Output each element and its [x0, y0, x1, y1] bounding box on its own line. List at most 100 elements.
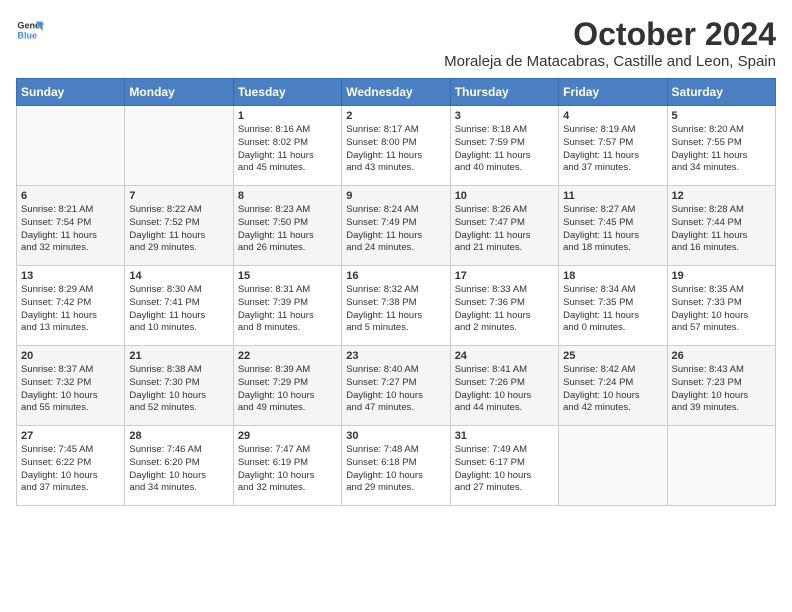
calendar-table: SundayMondayTuesdayWednesdayThursdayFrid…	[16, 78, 776, 506]
day-number: 20	[21, 350, 120, 362]
day-number: 11	[563, 190, 662, 202]
day-number: 23	[346, 350, 445, 362]
day-number: 24	[455, 350, 554, 362]
cell-info: Sunrise: 8:32 AM Sunset: 7:38 PM Dayligh…	[346, 284, 445, 335]
calendar-week-row: 1 Sunrise: 8:16 AM Sunset: 8:02 PM Daylig…	[17, 106, 776, 186]
day-number: 25	[563, 350, 662, 362]
calendar-cell: 16 Sunrise: 8:32 AM Sunset: 7:38 PM Dayli…	[342, 266, 450, 346]
calendar-body: 1 Sunrise: 8:16 AM Sunset: 8:02 PM Daylig…	[17, 106, 776, 506]
calendar-cell: 12 Sunrise: 8:28 AM Sunset: 7:44 PM Dayli…	[667, 186, 775, 266]
cell-info: Sunrise: 8:34 AM Sunset: 7:35 PM Dayligh…	[563, 284, 662, 335]
cell-info: Sunrise: 7:46 AM Sunset: 6:20 PM Dayligh…	[129, 444, 228, 495]
cell-info: Sunrise: 8:26 AM Sunset: 7:47 PM Dayligh…	[455, 204, 554, 255]
day-number: 13	[21, 270, 120, 282]
day-number: 14	[129, 270, 228, 282]
cell-info: Sunrise: 7:48 AM Sunset: 6:18 PM Dayligh…	[346, 444, 445, 495]
day-number: 31	[455, 430, 554, 442]
day-number: 19	[672, 270, 771, 282]
calendar-cell: 22Sunrise: 8:39 AM Sunset: 7:29 PM Dayli…	[233, 346, 341, 426]
svg-text:Blue: Blue	[17, 30, 37, 40]
calendar-cell: 26Sunrise: 8:43 AM Sunset: 7:23 PM Dayli…	[667, 346, 775, 426]
calendar-cell: 6Sunrise: 8:21 AM Sunset: 7:54 PM Daylig…	[17, 186, 125, 266]
header-cell-monday: Monday	[125, 79, 233, 106]
calendar-cell: 19Sunrise: 8:35 AM Sunset: 7:33 PM Dayli…	[667, 266, 775, 346]
day-number: 22	[238, 350, 337, 362]
calendar-cell: 17 Sunrise: 8:33 AM Sunset: 7:36 PM Dayli…	[450, 266, 558, 346]
day-number: 10	[455, 190, 554, 202]
calendar-cell: 25Sunrise: 8:42 AM Sunset: 7:24 PM Dayli…	[559, 346, 667, 426]
day-number: 27	[21, 430, 120, 442]
logo-icon: General Blue	[16, 16, 44, 44]
day-number: 6	[21, 190, 120, 202]
day-number: 12	[672, 190, 771, 202]
calendar-week-row: 20 Sunrise: 8:37 AM Sunset: 7:32 PM Dayli…	[17, 346, 776, 426]
day-number: 9	[346, 190, 445, 202]
calendar-cell: 5 Sunrise: 8:20 AM Sunset: 7:55 PM Daylig…	[667, 106, 775, 186]
calendar-cell: 29Sunrise: 7:47 AM Sunset: 6:19 PM Dayli…	[233, 426, 341, 506]
cell-info: Sunrise: 8:33 AM Sunset: 7:36 PM Dayligh…	[455, 284, 554, 335]
calendar-cell: 10 Sunrise: 8:26 AM Sunset: 7:47 PM Dayli…	[450, 186, 558, 266]
calendar-cell: 11 Sunrise: 8:27 AM Sunset: 7:45 PM Dayli…	[559, 186, 667, 266]
cell-info: Sunrise: 8:24 AM Sunset: 7:49 PM Dayligh…	[346, 204, 445, 255]
calendar-cell: 21 Sunrise: 8:38 AM Sunset: 7:30 PM Dayli…	[125, 346, 233, 426]
cell-info: Sunrise: 8:37 AM Sunset: 7:32 PM Dayligh…	[21, 364, 120, 415]
calendar-cell: 2Sunrise: 8:17 AM Sunset: 8:00 PM Daylig…	[342, 106, 450, 186]
title-block: October 2024 Moraleja de Matacabras, Cas…	[444, 16, 776, 70]
calendar-week-row: 27 Sunrise: 7:45 AM Sunset: 6:22 PM Dayli…	[17, 426, 776, 506]
calendar-cell: 20 Sunrise: 8:37 AM Sunset: 7:32 PM Dayli…	[17, 346, 125, 426]
day-number: 2	[346, 110, 445, 122]
cell-info: Sunrise: 8:16 AM Sunset: 8:02 PM Dayligh…	[238, 124, 337, 175]
day-number: 29	[238, 430, 337, 442]
calendar-cell: 8 Sunrise: 8:23 AM Sunset: 7:50 PM Daylig…	[233, 186, 341, 266]
header-row: SundayMondayTuesdayWednesdayThursdayFrid…	[17, 79, 776, 106]
header-cell-tuesday: Tuesday	[233, 79, 341, 106]
calendar-cell: 24 Sunrise: 8:41 AM Sunset: 7:26 PM Dayli…	[450, 346, 558, 426]
cell-info: Sunrise: 8:23 AM Sunset: 7:50 PM Dayligh…	[238, 204, 337, 255]
calendar-cell: 7Sunrise: 8:22 AM Sunset: 7:52 PM Daylig…	[125, 186, 233, 266]
logo: General Blue	[16, 16, 44, 44]
cell-info: Sunrise: 8:40 AM Sunset: 7:27 PM Dayligh…	[346, 364, 445, 415]
header-cell-friday: Friday	[559, 79, 667, 106]
page-title: October 2024	[444, 16, 776, 53]
calendar-cell: 30Sunrise: 7:48 AM Sunset: 6:18 PM Dayli…	[342, 426, 450, 506]
calendar-cell: 18Sunrise: 8:34 AM Sunset: 7:35 PM Dayli…	[559, 266, 667, 346]
calendar-week-row: 13 Sunrise: 8:29 AM Sunset: 7:42 PM Dayli…	[17, 266, 776, 346]
calendar-cell: 27 Sunrise: 7:45 AM Sunset: 6:22 PM Dayli…	[17, 426, 125, 506]
calendar-week-row: 6Sunrise: 8:21 AM Sunset: 7:54 PM Daylig…	[17, 186, 776, 266]
calendar-cell	[125, 106, 233, 186]
calendar-cell: 1 Sunrise: 8:16 AM Sunset: 8:02 PM Daylig…	[233, 106, 341, 186]
cell-info: Sunrise: 8:31 AM Sunset: 7:39 PM Dayligh…	[238, 284, 337, 335]
header-cell-wednesday: Wednesday	[342, 79, 450, 106]
header-cell-thursday: Thursday	[450, 79, 558, 106]
cell-info: Sunrise: 7:45 AM Sunset: 6:22 PM Dayligh…	[21, 444, 120, 495]
cell-info: Sunrise: 8:18 AM Sunset: 7:59 PM Dayligh…	[455, 124, 554, 175]
day-number: 16	[346, 270, 445, 282]
day-number: 8	[238, 190, 337, 202]
page-header: General Blue October 2024 Moraleja de Ma…	[16, 16, 776, 70]
calendar-cell: 23 Sunrise: 8:40 AM Sunset: 7:27 PM Dayli…	[342, 346, 450, 426]
cell-info: Sunrise: 8:20 AM Sunset: 7:55 PM Dayligh…	[672, 124, 771, 175]
day-number: 1	[238, 110, 337, 122]
cell-info: Sunrise: 7:49 AM Sunset: 6:17 PM Dayligh…	[455, 444, 554, 495]
day-number: 21	[129, 350, 228, 362]
calendar-cell	[17, 106, 125, 186]
cell-info: Sunrise: 8:29 AM Sunset: 7:42 PM Dayligh…	[21, 284, 120, 335]
calendar-header: SundayMondayTuesdayWednesdayThursdayFrid…	[17, 79, 776, 106]
calendar-cell	[667, 426, 775, 506]
day-number: 3	[455, 110, 554, 122]
calendar-cell	[559, 426, 667, 506]
day-number: 17	[455, 270, 554, 282]
cell-info: Sunrise: 8:27 AM Sunset: 7:45 PM Dayligh…	[563, 204, 662, 255]
calendar-cell: 13 Sunrise: 8:29 AM Sunset: 7:42 PM Dayli…	[17, 266, 125, 346]
cell-info: Sunrise: 8:41 AM Sunset: 7:26 PM Dayligh…	[455, 364, 554, 415]
cell-info: Sunrise: 8:38 AM Sunset: 7:30 PM Dayligh…	[129, 364, 228, 415]
day-number: 4	[563, 110, 662, 122]
cell-info: Sunrise: 8:28 AM Sunset: 7:44 PM Dayligh…	[672, 204, 771, 255]
day-number: 5	[672, 110, 771, 122]
cell-info: Sunrise: 8:19 AM Sunset: 7:57 PM Dayligh…	[563, 124, 662, 175]
cell-info: Sunrise: 8:22 AM Sunset: 7:52 PM Dayligh…	[129, 204, 228, 255]
header-cell-sunday: Sunday	[17, 79, 125, 106]
calendar-cell: 4 Sunrise: 8:19 AM Sunset: 7:57 PM Daylig…	[559, 106, 667, 186]
cell-info: Sunrise: 8:30 AM Sunset: 7:41 PM Dayligh…	[129, 284, 228, 335]
calendar-cell: 28Sunrise: 7:46 AM Sunset: 6:20 PM Dayli…	[125, 426, 233, 506]
